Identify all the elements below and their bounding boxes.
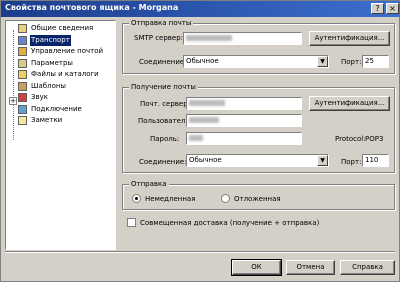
tree-item-label: Управление почтой (31, 47, 104, 55)
templates-icon (18, 81, 27, 91)
mail-server-label: Почт. сервер: (140, 100, 191, 108)
receive-mail-group: Получение почты Почт. сервер: Аутентифик… (122, 83, 395, 173)
receive-connection-value: Обычное (189, 156, 222, 164)
receive-port-label: Порт: (341, 158, 362, 166)
combined-delivery-checkbox[interactable] (127, 218, 136, 227)
username-input[interactable] (186, 114, 302, 127)
combined-delivery-label: Совмещенная доставка (получение + отправ… (140, 219, 320, 227)
receive-auth-button[interactable]: Аутентификация... (309, 96, 390, 111)
help-button[interactable]: Справка (340, 260, 395, 275)
send-mail-group-title: Отправка почты (129, 19, 194, 28)
receive-mail-group-title: Получение почты (129, 83, 198, 92)
password-label: Пароль: (150, 135, 180, 143)
templates-expander[interactable]: + (9, 97, 17, 105)
files-folders-icon (18, 70, 27, 79)
general-info-icon (18, 24, 27, 33)
radio-selected-dot (135, 197, 138, 200)
password-input[interactable] (186, 132, 302, 145)
tree-item-label: Файлы и каталоги (31, 70, 99, 78)
tree-item-label: Подключение (31, 104, 82, 113)
send-port-input[interactable]: 25 (362, 55, 389, 68)
sound-icon (18, 93, 27, 102)
send-connection-select[interactable]: Обычное ▼ (183, 55, 329, 68)
receive-port-input[interactable]: 110 (362, 154, 389, 167)
close-button[interactable]: × (386, 3, 399, 14)
title-bar: Свойства почтового ящика - Morgana ? × (1, 1, 400, 17)
help-titlebar-button[interactable]: ? (371, 3, 384, 14)
mail-management-icon (18, 47, 27, 56)
username-label: Пользователь: (138, 117, 192, 125)
send-connection-label: Соединение: (139, 58, 187, 66)
ok-button[interactable]: ОК (231, 259, 282, 276)
chevron-down-icon[interactable]: ▼ (317, 155, 328, 166)
receive-connection-label: Соединение: (139, 158, 187, 166)
tree-item-label: Параметры (31, 58, 73, 67)
smtp-server-input[interactable] (183, 32, 302, 45)
deferred-label: Отложенная (234, 195, 281, 203)
send-connection-value: Обычное (186, 57, 219, 65)
send-auth-button[interactable]: Аутентификация... (309, 31, 390, 46)
send-mail-group: Отправка почты SMTP сервер: Аутентификац… (122, 19, 395, 74)
tree-connector-line (13, 30, 14, 140)
cancel-button[interactable]: Отмена (286, 260, 335, 275)
transport-icon (18, 35, 27, 45)
connection-icon (18, 104, 27, 114)
tree-item-label: Заметки (31, 116, 63, 124)
send-port-label: Порт: (341, 58, 362, 66)
dispatch-group-title: Отправка (129, 180, 169, 189)
chevron-down-icon[interactable]: ▼ (317, 56, 328, 67)
tree-item-label: Транспорт (30, 34, 71, 46)
deferred-radio[interactable] (221, 194, 230, 203)
receive-connection-select[interactable]: Обычное ▼ (186, 154, 329, 167)
immediate-radio[interactable] (132, 194, 141, 203)
tree-item-label: Звук (31, 93, 48, 101)
tree-item-label: Шаблоны (31, 81, 66, 90)
parameters-icon (18, 58, 27, 68)
footer-divider (5, 251, 395, 253)
smtp-server-label: SMTP сервер: (134, 34, 184, 42)
protocol-value: POP3 (365, 135, 384, 143)
window-title: Свойства почтового ящика - Morgana (5, 3, 179, 12)
notes-icon (18, 116, 27, 125)
tree-item-label: Общие сведения (31, 24, 94, 32)
protocol-label: Protocol: (335, 135, 366, 143)
settings-tree: + Общие сведения Транспорт Управление почт… (5, 20, 116, 250)
immediate-label: Немедленная (145, 195, 196, 203)
dialog-window: Свойства почтового ящика - Morgana ? × +… (0, 0, 400, 282)
dispatch-group: Отправка Немедленная Отложенная (122, 180, 395, 210)
mail-server-input[interactable] (186, 97, 302, 110)
